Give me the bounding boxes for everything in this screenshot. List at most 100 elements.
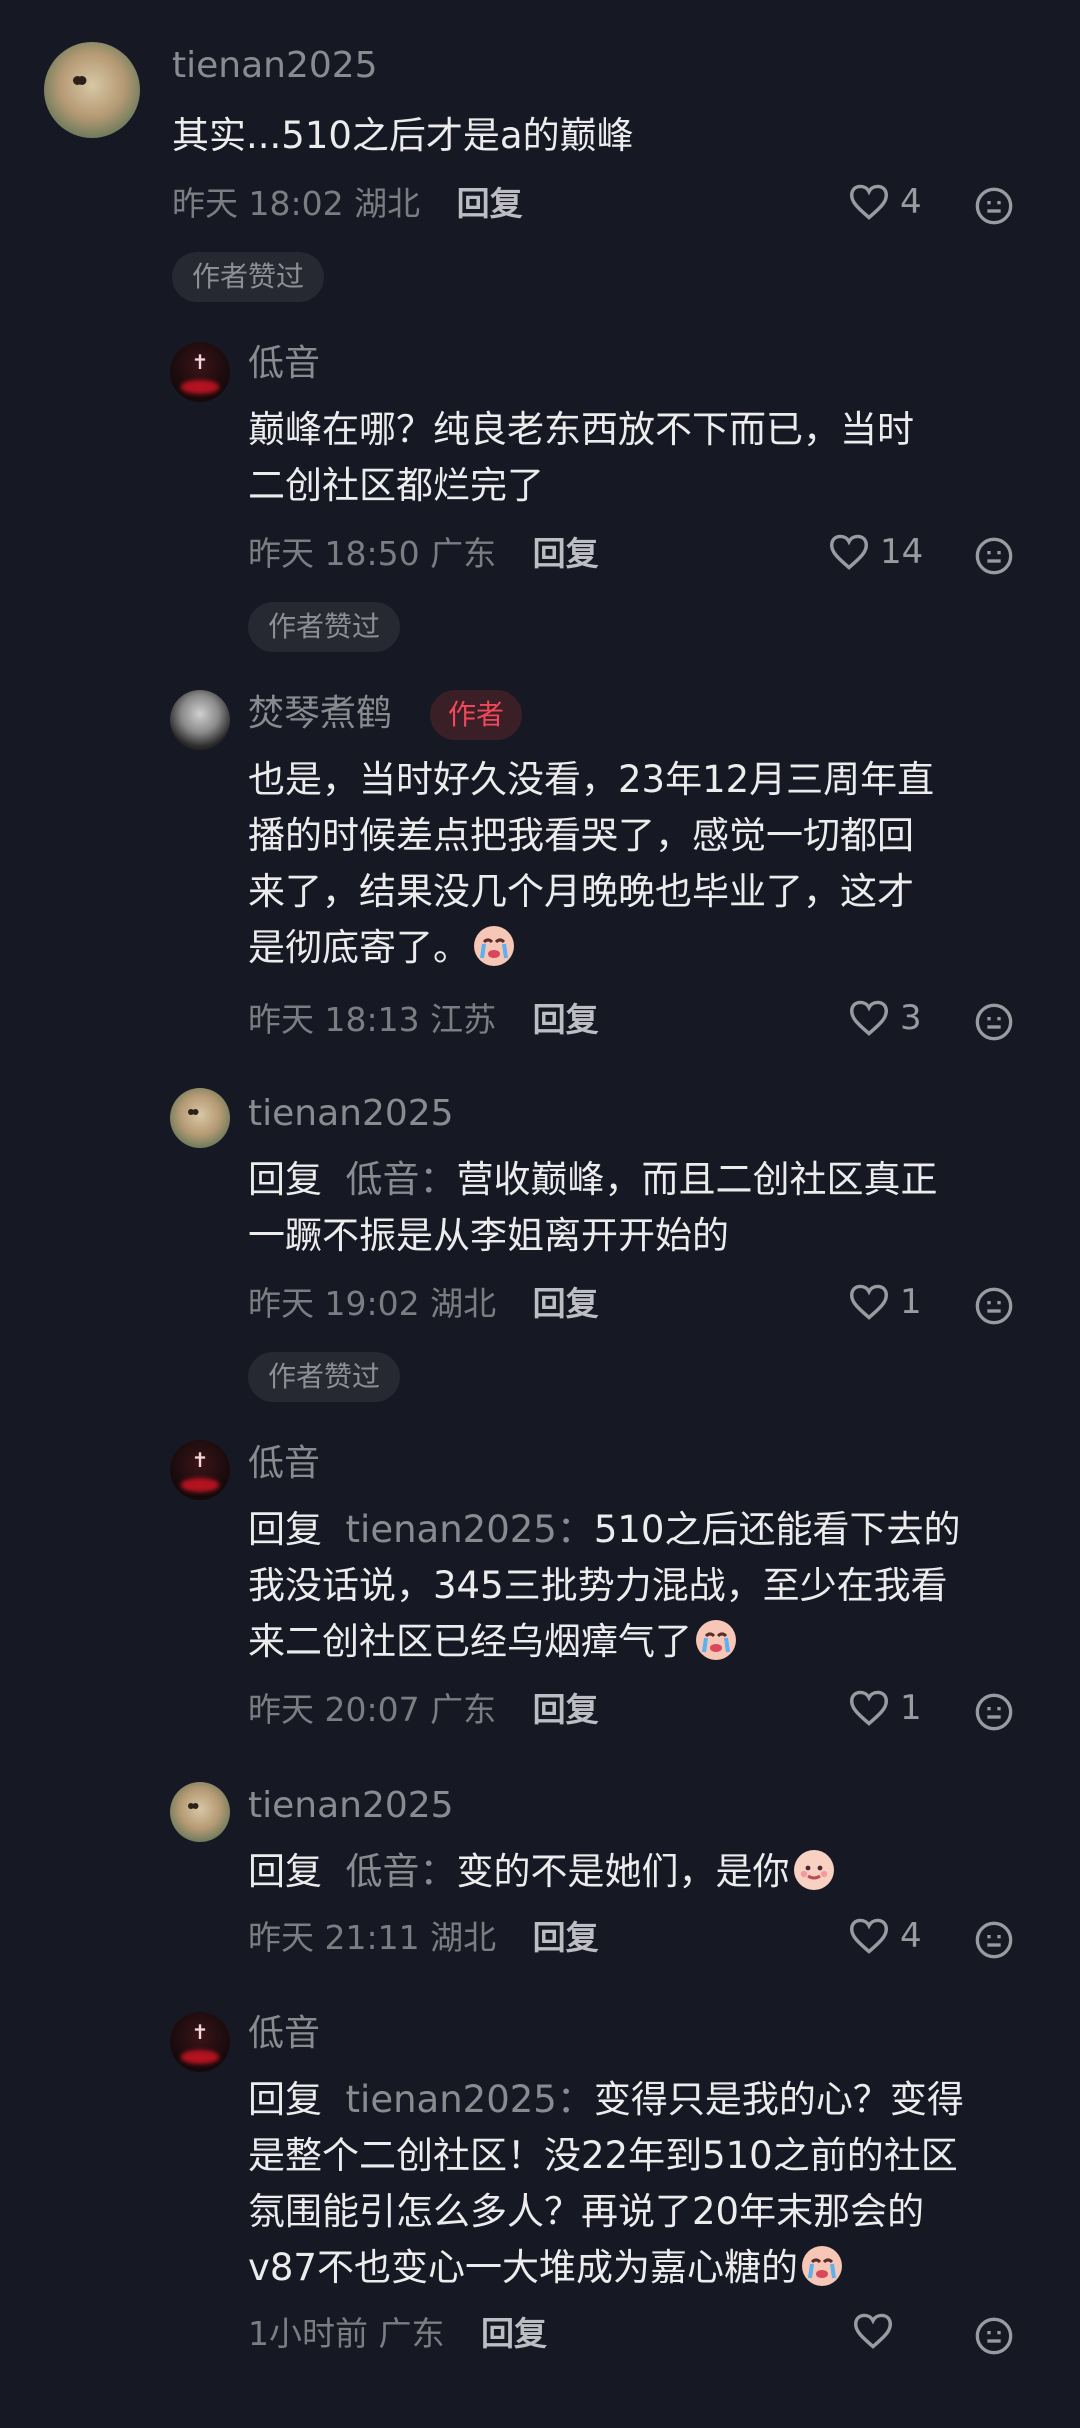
emoji-reaction-icon[interactable] — [974, 1920, 1014, 1960]
avatar[interactable]: ✝ — [170, 1440, 230, 1500]
reply-to-user[interactable]: tienan2025： — [346, 2078, 594, 2121]
comment-username[interactable]: tienan2025 — [172, 44, 378, 88]
comment-line: 播的时候差点把我看哭了，感觉一切都回 — [248, 814, 914, 857]
reply-button[interactable]: 回复 — [457, 184, 523, 223]
reply-button[interactable]: 回复 — [481, 2314, 547, 2353]
reply-to-user[interactable]: 低音： — [346, 1158, 457, 1201]
like-button[interactable]: 1 — [848, 1282, 922, 1322]
like-count: 1 — [900, 1282, 922, 1322]
baby-face-emoji-icon — [793, 1850, 834, 1890]
avatar[interactable]: ✝ — [170, 342, 230, 402]
emoji-reaction-icon[interactable] — [974, 1692, 1014, 1732]
reply-to-user[interactable]: tienan2025： — [346, 1508, 594, 1551]
comment-line: v87不也变心一大堆成为嘉心糖的 — [248, 2246, 798, 2289]
like-button[interactable]: 4 — [848, 1916, 922, 1956]
like-count: 1 — [900, 1688, 922, 1728]
author-badge: 作者 — [430, 690, 523, 740]
comment-line: 是整个二创社区！没22年到510之前的社区 — [248, 2134, 958, 2177]
cross-icon: ✝ — [191, 2019, 209, 2044]
comment-text: 其实...510之后才是a的巅峰 — [172, 108, 634, 164]
comment-text: 回复 低音：营收巅峰，而且二创社区真正 一蹶不振是从李姐离开开始的 — [248, 1152, 938, 1264]
like-button[interactable]: 4 — [848, 182, 922, 222]
crying-emoji-icon — [696, 1620, 736, 1660]
comment-text: 回复 tienan2025：变得只是我的心？变得 是整个二创社区！没22年到51… — [248, 2072, 964, 2296]
avatar[interactable] — [44, 42, 140, 138]
comment-text: 回复 低音：变的不是她们，是你 — [248, 1844, 838, 1900]
reply-button[interactable]: 回复 — [533, 1690, 599, 1729]
reply-to-user[interactable]: 低音： — [346, 1850, 457, 1893]
comment-location: 江苏 — [430, 1000, 497, 1039]
reply-button[interactable]: 回复 — [533, 1000, 599, 1039]
comment-line: 我没话说，345三批势力混战，至少在我看 — [248, 1564, 948, 1607]
like-button[interactable]: 14 — [828, 532, 923, 572]
comment-line: 一蹶不振是从李姐离开开始的 — [248, 1214, 729, 1257]
comment-time: 昨天 21:11 — [248, 1918, 420, 1957]
comment-username[interactable]: tienan2025 — [248, 1784, 454, 1828]
avatar[interactable] — [170, 1782, 230, 1842]
like-button[interactable]: 3 — [848, 998, 922, 1038]
comment-location: 湖北 — [430, 1284, 497, 1323]
comment-username[interactable]: 低音 — [248, 1442, 320, 1486]
like-button[interactable] — [852, 2312, 904, 2350]
heart-icon — [849, 1690, 889, 1726]
comment-time: 昨天 19:02 — [248, 1284, 420, 1323]
comment-meta: 1小时前 广东 回复 — [248, 2312, 547, 2356]
comment-meta: 昨天 18:50 广东 回复 — [248, 532, 599, 576]
comment-time: 昨天 18:13 — [248, 1000, 420, 1039]
comment-time: 昨天 18:02 — [172, 184, 344, 223]
comment-time: 1小时前 — [248, 2314, 368, 2353]
author-liked-badge: 作者赞过 — [172, 252, 325, 302]
emoji-reaction-icon[interactable] — [974, 186, 1014, 226]
comment-username[interactable]: 低音 — [248, 342, 320, 386]
comment-meta: 昨天 19:02 湖北 回复 — [248, 1282, 599, 1326]
comment-location: 广东 — [430, 534, 497, 573]
comment-line: 也是，当时好久没看，23年12月三周年直 — [248, 758, 935, 801]
crying-emoji-icon — [801, 2246, 842, 2286]
like-button[interactable]: 1 — [848, 1688, 922, 1728]
comment-text: 回复 tienan2025：510之后还能看下去的 我没话说，345三批势力混战… — [248, 1502, 960, 1670]
emoji-reaction-icon[interactable] — [974, 1002, 1014, 1042]
cross-icon: ✝ — [191, 1447, 209, 1472]
reply-prefix: 回复 — [248, 1158, 322, 1201]
like-count: 4 — [900, 182, 922, 222]
comment-meta: 昨天 20:07 广东 回复 — [248, 1688, 599, 1732]
heart-icon — [849, 1918, 889, 1954]
author-liked-badge: 作者赞过 — [248, 1352, 401, 1402]
comment-username[interactable]: 焚琴煮鹤 — [248, 692, 392, 736]
comment-location: 湖北 — [354, 184, 421, 223]
comment-line: 来了，结果没几个月晚晚也毕业了，这才 — [248, 870, 914, 913]
author-liked-badge: 作者赞过 — [248, 602, 401, 652]
reply-button[interactable]: 回复 — [533, 534, 599, 573]
comment-line: 营收巅峰，而且二创社区真正 — [456, 1158, 938, 1201]
comment-time: 昨天 18:50 — [248, 534, 420, 573]
avatar[interactable]: ✝ — [170, 2012, 230, 2072]
reply-button[interactable]: 回复 — [533, 1284, 599, 1323]
emoji-reaction-icon[interactable] — [974, 1286, 1014, 1326]
heart-icon — [829, 534, 869, 570]
comment-line: 二创社区都烂完了 — [248, 464, 544, 507]
comment-line: 来二创社区已经乌烟瘴气了 — [248, 1620, 692, 1663]
comment-line: 其实...510之后才是a的巅峰 — [172, 114, 634, 157]
reply-button[interactable]: 回复 — [533, 1918, 599, 1957]
like-count: 14 — [880, 532, 924, 572]
comment-meta: 昨天 21:11 湖北 回复 — [248, 1916, 599, 1960]
avatar[interactable] — [170, 1088, 230, 1148]
heart-icon — [849, 184, 889, 220]
reply-prefix: 回复 — [248, 1508, 322, 1551]
like-count: 4 — [900, 1916, 922, 1956]
comment-username[interactable]: 低音 — [248, 2012, 320, 2056]
comment-line: 巅峰在哪？纯良老东西放不下而已，当时 — [248, 408, 914, 451]
crying-emoji-icon — [474, 926, 514, 966]
comment-line: 510之后还能看下去的 — [593, 1508, 961, 1551]
emoji-reaction-icon[interactable] — [974, 536, 1014, 576]
heart-icon — [849, 1284, 889, 1320]
emoji-reaction-icon[interactable] — [974, 2316, 1014, 2356]
comment-line: 变得只是我的心？变得 — [593, 2078, 964, 2121]
comment-location: 湖北 — [430, 1918, 497, 1957]
cross-icon: ✝ — [191, 349, 209, 374]
comment-location: 广东 — [378, 2314, 445, 2353]
avatar[interactable] — [170, 690, 230, 750]
comment-username[interactable]: tienan2025 — [248, 1092, 454, 1136]
heart-icon — [853, 2313, 893, 2349]
comment-time: 昨天 20:07 — [248, 1690, 420, 1729]
